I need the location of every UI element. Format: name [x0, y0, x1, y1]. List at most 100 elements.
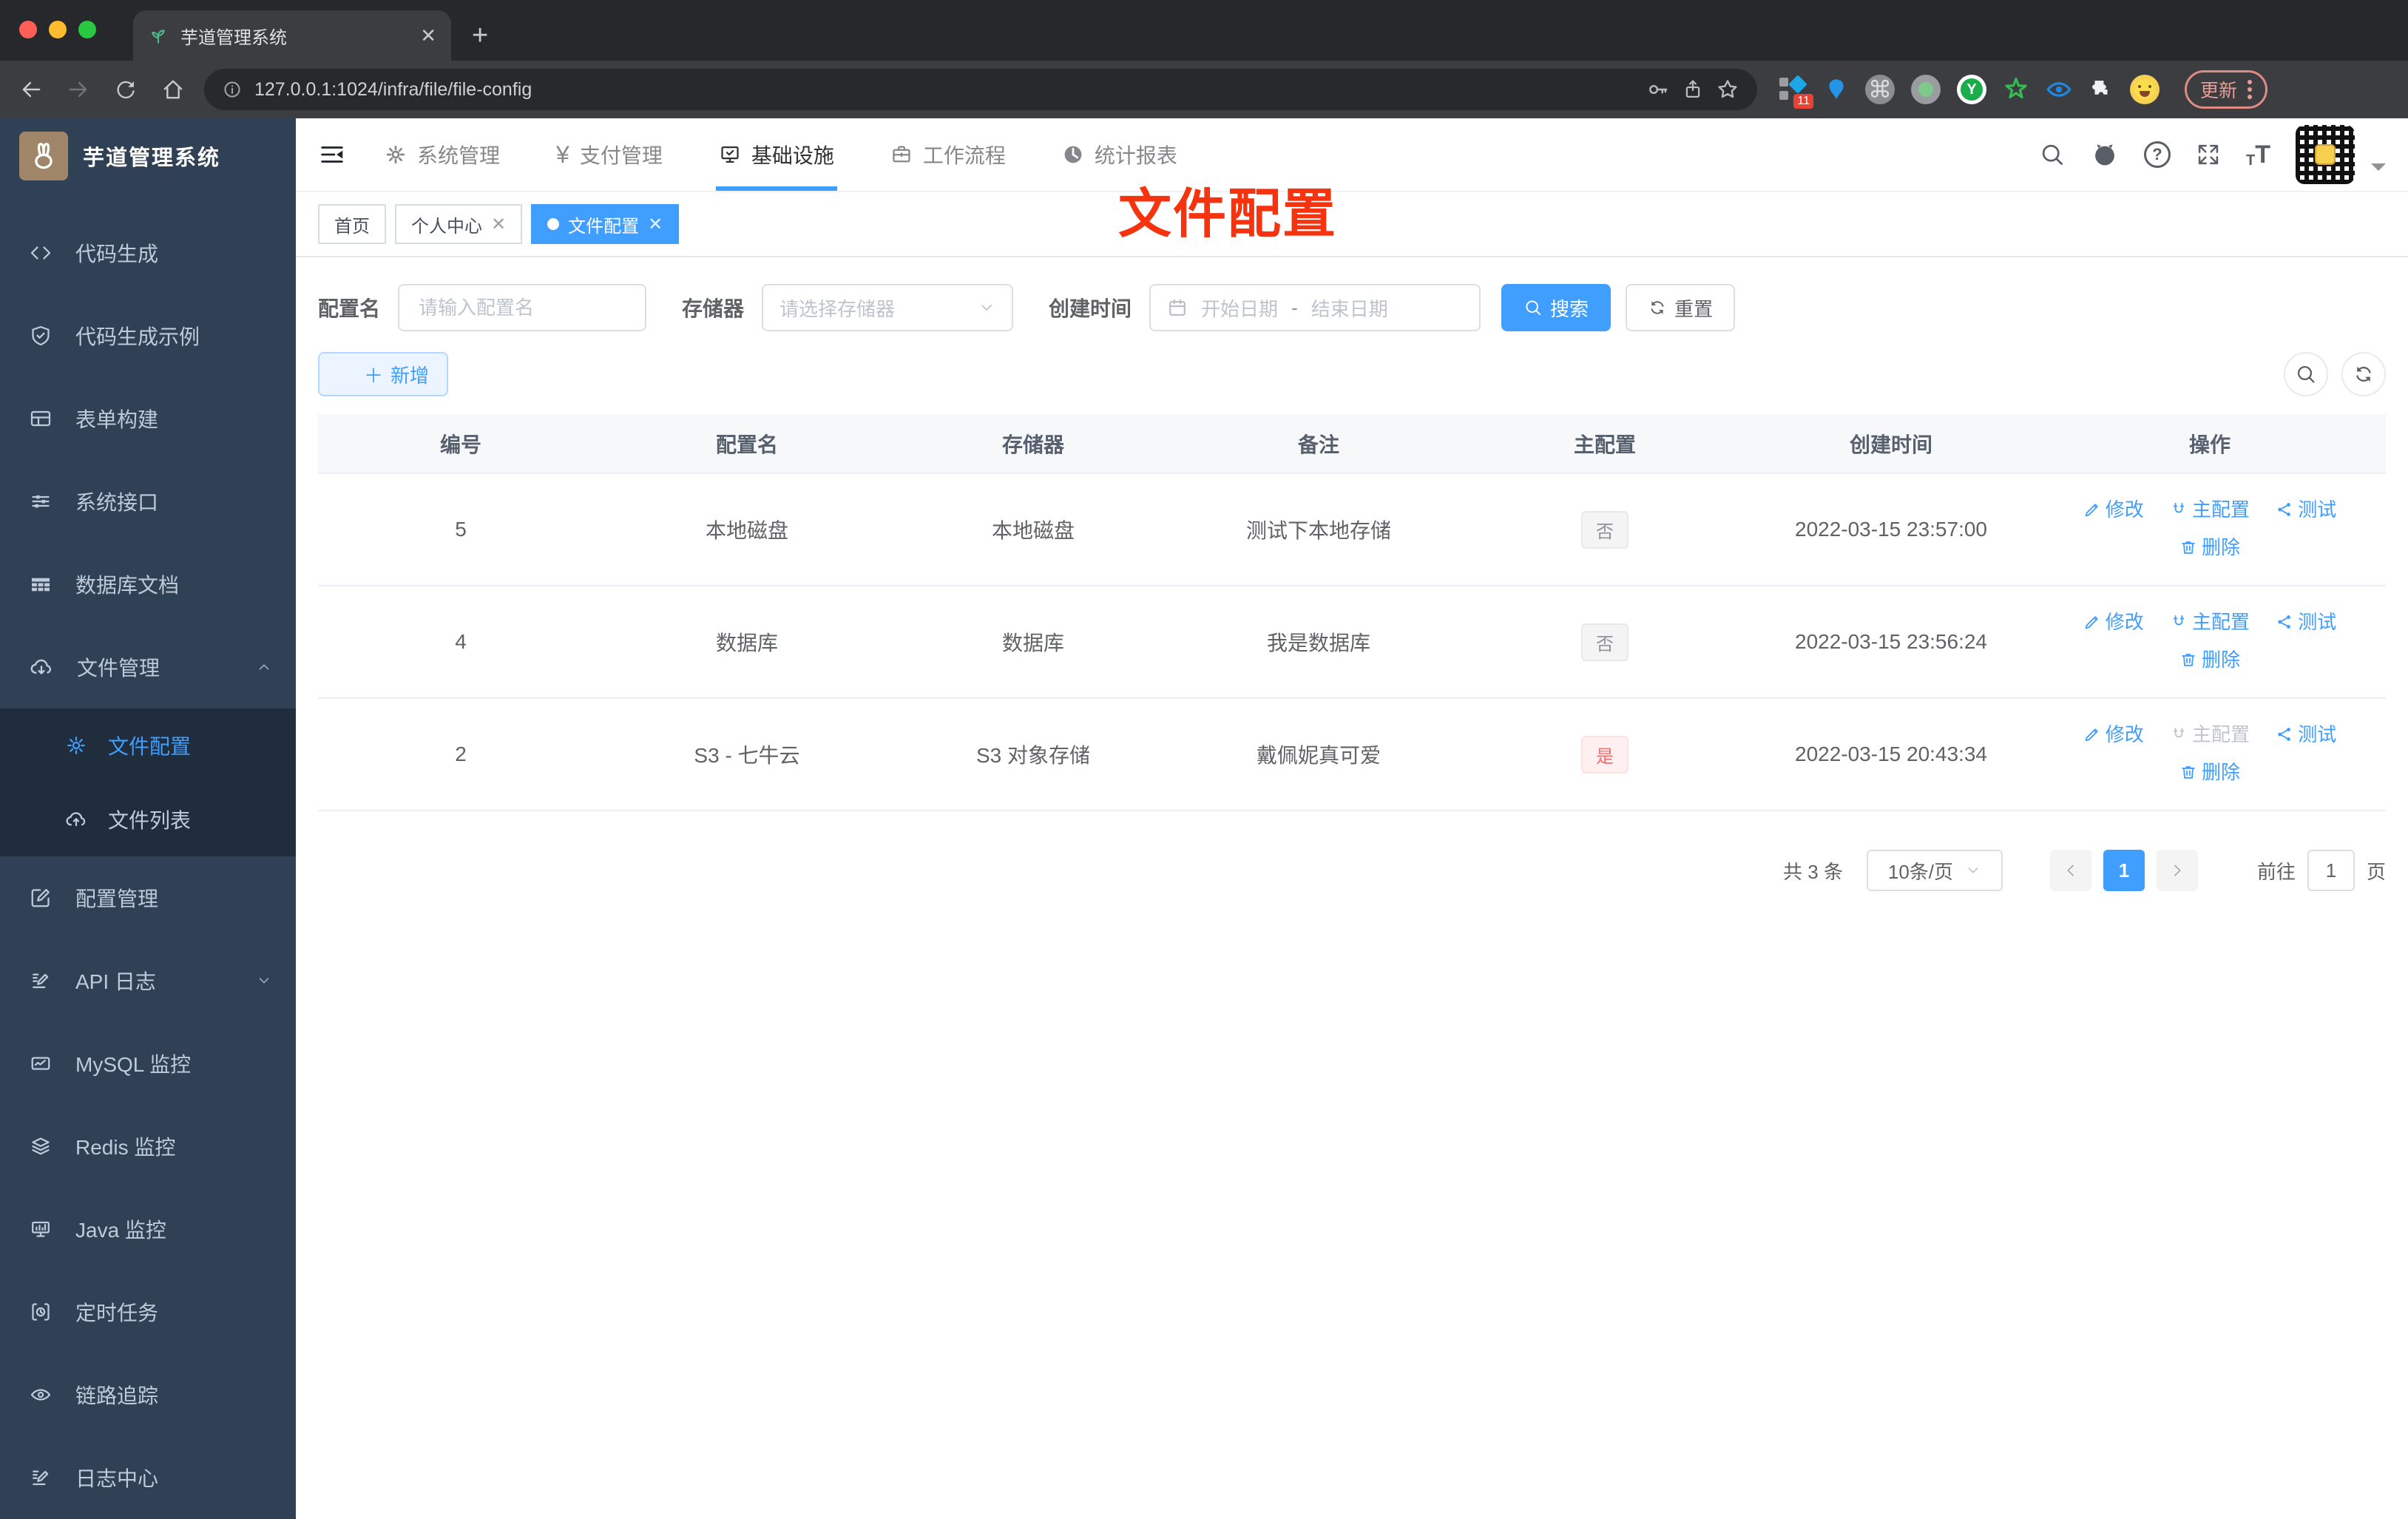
table-refresh-button[interactable] [2341, 352, 2386, 396]
sidebar-item-redis-monitor[interactable]: Redis 监控 [0, 1105, 296, 1188]
app-title: 芋道管理系统 [83, 146, 221, 170]
goto-page-input[interactable] [2307, 850, 2355, 891]
tag-profile[interactable]: 个人中心 ✕ [395, 204, 523, 244]
page-content: 配置名 存储器 请选择存储器 创建时间 开始日期 - 结束日期 [296, 257, 2408, 1519]
col-created: 创建时间 [1748, 414, 2034, 473]
tag-file-config[interactable]: 文件配置 ✕ [531, 204, 680, 244]
tab-close-icon[interactable]: ✕ [420, 24, 436, 47]
sidebar-item-mysql-monitor[interactable]: MySQL 监控 [0, 1022, 296, 1105]
address-bar[interactable]: 127.0.0.1:1024/infra/file/file-config [204, 69, 1757, 110]
edit-button[interactable]: 修改 [2083, 500, 2144, 519]
bookmark-star-icon[interactable] [1716, 78, 1739, 101]
search-button[interactable]: 搜索 [1501, 284, 1611, 331]
sidebar-item-form-builder[interactable]: 表单构建 [0, 377, 296, 460]
url-text[interactable]: 127.0.0.1:1024/infra/file/file-config [254, 79, 532, 101]
site-info-icon[interactable] [222, 79, 243, 100]
goto-unit: 页 [2366, 860, 2386, 883]
github-icon[interactable] [2091, 141, 2119, 169]
browser-tab[interactable]: 芋道管理系统 ✕ [133, 10, 451, 61]
extension-star-icon[interactable] [2003, 76, 2029, 103]
date-end-placeholder[interactable]: 结束日期 [1311, 294, 1388, 322]
extension-eye-icon[interactable] [2046, 76, 2072, 103]
edit-button[interactable]: 修改 [2083, 612, 2144, 632]
sidebar-item-config-manage[interactable]: 配置管理 [0, 856, 296, 939]
col-name: 配置名 [603, 414, 890, 473]
next-page-button[interactable] [2156, 850, 2198, 891]
maximize-window-button[interactable] [78, 21, 96, 38]
profile-emoji-icon[interactable] [2130, 75, 2160, 104]
delete-button[interactable]: 删除 [2179, 538, 2240, 557]
sidebar-item-java-monitor[interactable]: Java 监控 [0, 1188, 296, 1271]
close-icon[interactable]: ✕ [648, 214, 663, 235]
logo-rabbit-icon [19, 132, 68, 180]
sidebar-item-code-gen[interactable]: 代码生成 [0, 212, 296, 294]
test-button[interactable]: 测试 [2276, 725, 2336, 744]
prev-page-button[interactable] [2049, 850, 2091, 891]
extensions-puzzle-icon[interactable] [2089, 77, 2114, 102]
sidebar-item-system-api[interactable]: 系统接口 [0, 460, 296, 543]
edit-button[interactable]: 修改 [2083, 725, 2144, 744]
forward-button[interactable] [62, 77, 95, 102]
sidebar-item-trace[interactable]: 链路追踪 [0, 1353, 296, 1436]
nav-pay-manage[interactable]: ¥ 支付管理 [556, 118, 663, 191]
master-config-button[interactable]: 主配置 [2170, 612, 2250, 632]
extension-circle-icon[interactable] [1911, 75, 1941, 104]
top-header: 系统管理 ¥ 支付管理 基础设施 工作流程 统计报表 ? TT [296, 118, 2408, 192]
extension-y-icon[interactable]: Y [1957, 75, 1986, 104]
minimize-window-button[interactable] [49, 21, 67, 38]
sidebar-item-db-doc[interactable]: 数据库文档 [0, 543, 296, 626]
new-tab-button[interactable]: + [472, 20, 488, 52]
avatar-caret-icon[interactable] [2371, 163, 2386, 178]
avatar[interactable] [2296, 125, 2355, 184]
tag-home[interactable]: 首页 [318, 204, 386, 244]
config-name-field[interactable] [416, 294, 629, 321]
config-name-input[interactable] [398, 284, 647, 331]
sidebar-item-file-list[interactable]: 文件列表 [0, 782, 296, 856]
nav-system-manage[interactable]: 系统管理 [385, 118, 500, 191]
add-button[interactable]: ＋新增 [318, 352, 449, 396]
fullscreen-icon[interactable] [2196, 142, 2221, 167]
help-icon[interactable]: ? [2144, 141, 2171, 168]
sidebar-fold-icon[interactable] [318, 141, 346, 169]
extension-command-icon[interactable]: ⌘ [1865, 75, 1895, 104]
sidebar-item-code-demo[interactable]: 代码生成示例 [0, 294, 296, 377]
sidebar-item-file-config[interactable]: 文件配置 [0, 708, 296, 782]
master-config-button[interactable]: 主配置 [2170, 500, 2250, 519]
page-number-button[interactable]: 1 [2103, 850, 2145, 891]
storage-select[interactable]: 请选择存储器 [762, 284, 1014, 331]
table-search-toggle-button[interactable] [2284, 352, 2328, 396]
sidebar-item-file-manage[interactable]: 文件管理 [0, 626, 296, 708]
back-button[interactable] [15, 77, 47, 102]
reload-button[interactable] [109, 78, 142, 101]
page-size-select[interactable]: 10条/页 [1866, 850, 2003, 891]
update-button[interactable]: 更新 [2185, 70, 2268, 109]
date-start-placeholder[interactable]: 开始日期 [1201, 294, 1278, 322]
close-icon[interactable]: ✕ [491, 214, 506, 235]
table-row: 5 本地磁盘 本地磁盘 测试下本地存储 否 2022-03-15 23:57:0… [318, 473, 2386, 586]
test-button[interactable]: 测试 [2276, 500, 2336, 519]
browser-menu-icon[interactable] [2248, 80, 2253, 99]
delete-button[interactable]: 删除 [2179, 762, 2240, 782]
font-size-icon[interactable]: TT [2246, 141, 2270, 169]
sidebar-item-scheduled-task[interactable]: 定时任务 [0, 1271, 296, 1353]
reset-button[interactable]: 重置 [1626, 284, 1736, 331]
pagination: 共 3 条 10条/页 1 前往 页 [318, 850, 2386, 891]
extension-tabs-icon[interactable]: 11 [1778, 75, 1813, 109]
goto-label: 前往 [2256, 860, 2296, 883]
share-icon[interactable] [1682, 78, 1704, 101]
status-badge: 否 [1581, 510, 1629, 549]
password-key-icon[interactable] [1646, 78, 1670, 101]
test-button[interactable]: 测试 [2276, 612, 2336, 632]
nav-workflow[interactable]: 工作流程 [890, 118, 1006, 191]
home-button[interactable] [157, 78, 189, 101]
date-range-picker[interactable]: 开始日期 - 结束日期 [1149, 284, 1481, 331]
close-window-button[interactable] [19, 21, 37, 38]
extension-drop-icon[interactable] [1824, 77, 1849, 102]
sidebar-item-log-center[interactable]: 日志中心 [0, 1436, 296, 1519]
delete-button[interactable]: 删除 [2179, 650, 2240, 669]
table-row: 4 数据库 数据库 我是数据库 否 2022-03-15 23:56:24 修改… [318, 586, 2386, 699]
search-icon[interactable] [2039, 141, 2066, 168]
nav-infrastructure[interactable]: 基础设施 [715, 118, 837, 191]
sidebar-item-api-log[interactable]: API 日志 [0, 939, 296, 1022]
filter-name-label: 配置名 [318, 297, 381, 320]
